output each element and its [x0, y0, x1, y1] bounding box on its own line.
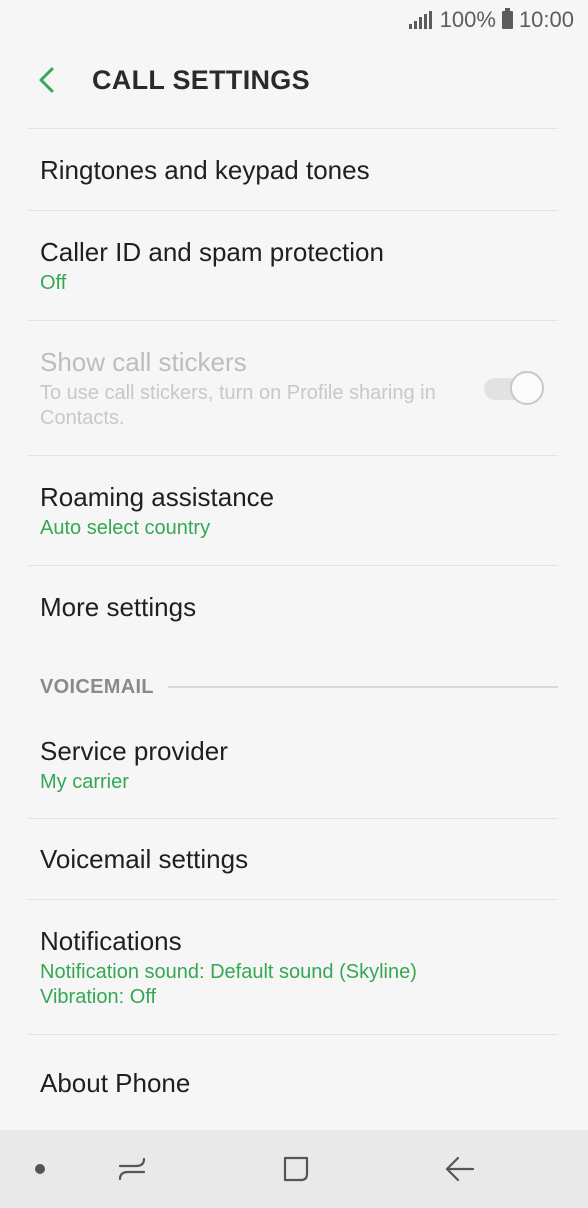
recents-icon [118, 1157, 146, 1181]
app-header: CALL SETTINGS [0, 40, 588, 120]
nav-dot-button[interactable] [0, 1130, 80, 1208]
setting-caller-id-spam-protection[interactable]: Caller ID and spam protection Off [28, 211, 558, 321]
setting-ringtones-keypad-tones[interactable]: Ringtones and keypad tones [28, 129, 558, 211]
setting-more-settings[interactable]: More settings [28, 566, 558, 648]
status-bar: 100% 10:00 [0, 0, 588, 40]
call-stickers-toggle[interactable] [484, 371, 544, 405]
setting-description: To use call stickers, turn on Profile sh… [40, 382, 436, 429]
screen: 100% 10:00 CALL SETTINGS Ringtones and k… [0, 0, 588, 1208]
dot-icon [35, 1164, 45, 1174]
nav-back-button[interactable] [420, 1130, 500, 1208]
setting-show-call-stickers[interactable]: Show call stickers To use call stickers,… [28, 321, 558, 456]
setting-title: About Phone [40, 1068, 191, 1098]
back-arrow-icon [445, 1156, 475, 1182]
page-title: CALL SETTINGS [92, 64, 310, 95]
home-button[interactable] [256, 1130, 336, 1208]
signal-icon [408, 11, 432, 29]
section-header-voicemail: VOICEMAIL [40, 672, 558, 702]
setting-roaming-assistance[interactable]: Roaming assistance Auto select country [28, 456, 558, 566]
back-button[interactable] [18, 50, 78, 110]
settings-list: Ringtones and keypad tones Caller ID and… [28, 128, 558, 648]
setting-voicemail-settings[interactable]: Voicemail settings [28, 819, 558, 900]
setting-service-provider[interactable]: Service provider My carrier [28, 710, 558, 819]
battery-icon [501, 8, 513, 29]
setting-about-phone[interactable]: About Phone [28, 1035, 558, 1131]
voicemail-list: Service provider My carrier Voicemail se… [28, 710, 558, 1131]
battery-percent: 100% [439, 7, 496, 32]
section-label: VOICEMAIL [40, 675, 154, 698]
setting-status: My carrier [40, 770, 129, 793]
toggle-thumb [510, 371, 544, 405]
setting-title: Roaming assistance [40, 482, 275, 512]
recents-button[interactable] [92, 1130, 172, 1208]
clock: 10:00 [518, 7, 574, 32]
setting-notifications[interactable]: Notifications Notification sound: Defaul… [28, 900, 558, 1035]
setting-status: Auto select country [40, 517, 211, 539]
navigation-bar [0, 1130, 588, 1208]
setting-status: Off [40, 272, 67, 294]
setting-status-sound: Notification sound: Default sound (Skyli… [40, 961, 417, 983]
setting-title: Voicemail settings [40, 844, 249, 874]
home-icon [283, 1156, 309, 1182]
setting-title: Service provider [40, 735, 228, 766]
setting-status-vibration: Vibration: Off [40, 986, 156, 1008]
chevron-left-icon [39, 67, 54, 93]
setting-title: Show call stickers [40, 347, 247, 377]
setting-title: More settings [40, 592, 197, 622]
setting-title: Caller ID and spam protection [40, 237, 384, 267]
section-divider [167, 686, 558, 688]
setting-title: Ringtones and keypad tones [40, 154, 370, 185]
setting-title: Notifications [40, 926, 182, 956]
